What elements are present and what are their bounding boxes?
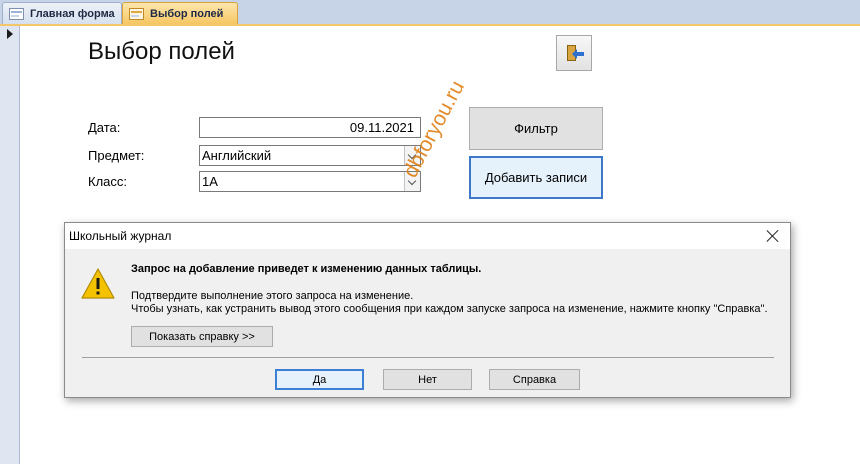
filter-button[interactable]: Фильтр	[469, 107, 603, 150]
chevron-down-icon[interactable]	[404, 172, 420, 191]
dialog-divider	[82, 357, 774, 358]
class-label: Класс:	[88, 174, 127, 189]
subject-label: Предмет:	[88, 148, 145, 163]
date-field[interactable]: 09.11.2021	[199, 117, 421, 138]
current-record-arrow-icon	[7, 29, 13, 39]
tab-main-form[interactable]: Главная форма	[2, 2, 122, 24]
confirm-dialog: Школьный журнал Запрос на добавление при…	[64, 222, 791, 398]
dialog-message-line-1: Подтвердите выполнение этого запроса на …	[131, 290, 414, 302]
subject-combo[interactable]: Английский	[199, 145, 421, 166]
date-label: Дата:	[88, 120, 121, 135]
document-tab-strip: Главная форма Выбор полей	[0, 0, 860, 26]
form-title: Выбор полей	[88, 38, 235, 65]
show-help-button[interactable]: Показать справку >>	[131, 326, 273, 347]
add-records-button[interactable]: Добавить записи	[469, 156, 603, 199]
subject-value: Английский	[202, 148, 272, 163]
dialog-heading: Запрос на добавление приведет к изменени…	[131, 263, 482, 275]
class-combo[interactable]: 1А	[199, 171, 421, 192]
close-icon[interactable]	[764, 227, 782, 245]
yes-button[interactable]: Да	[275, 369, 364, 390]
dialog-title: Школьный журнал	[69, 229, 172, 243]
form-icon	[9, 7, 24, 20]
tab-field-selection-label: Выбор полей	[150, 7, 224, 20]
class-value: 1А	[202, 174, 218, 189]
tab-main-form-label: Главная форма	[30, 7, 115, 20]
no-button[interactable]: Нет	[383, 369, 472, 390]
form-icon	[129, 7, 144, 20]
warning-icon	[81, 268, 115, 299]
record-selector[interactable]	[0, 26, 20, 464]
chevron-down-icon[interactable]	[404, 146, 420, 165]
close-form-button[interactable]	[556, 35, 592, 71]
help-button[interactable]: Справка	[489, 369, 580, 390]
dialog-titlebar[interactable]: Школьный журнал	[65, 223, 790, 249]
tab-field-selection[interactable]: Выбор полей	[122, 2, 238, 24]
dialog-message-line-2: Чтобы узнать, как устранить вывод этого …	[131, 303, 768, 315]
